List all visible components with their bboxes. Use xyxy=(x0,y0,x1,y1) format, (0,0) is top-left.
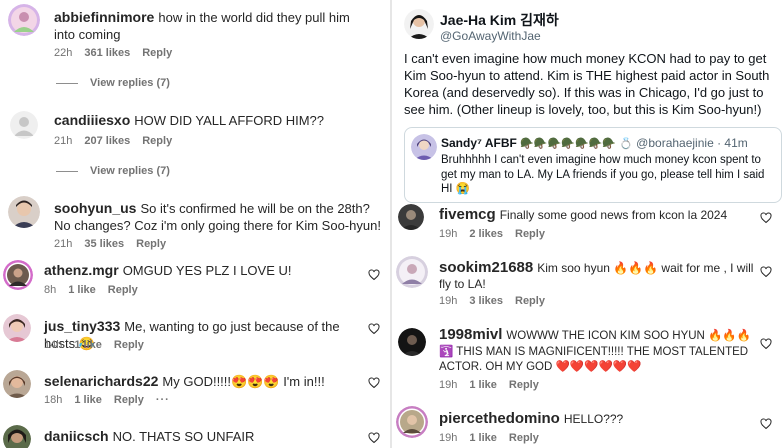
reply-button[interactable]: Reply xyxy=(515,228,545,240)
comment-username[interactable]: piercethedomino xyxy=(439,410,560,427)
instagram-comments-panel-left: abbiefinnimore how in the world did they … xyxy=(0,0,392,448)
comment-item: athenz.mgr OMGUD YES PLZ I LOVE U! 8h 1 l… xyxy=(0,255,390,300)
comment-time: 18h xyxy=(44,394,63,406)
tweet-author-avatar[interactable] xyxy=(404,9,434,39)
comment-text: OMGUD YES PLZ I LOVE U! xyxy=(122,263,292,278)
avatar[interactable] xyxy=(398,328,426,356)
comment-item: abbiefinnimore how in the world did they … xyxy=(0,0,390,95)
quoted-tweet[interactable]: Sandy⁷ AFBF 🪖🪖🪖🪖🪖🪖🪖 💍 @borahaejinie · 41… xyxy=(404,127,782,203)
like-heart-icon[interactable] xyxy=(368,432,380,444)
avatar[interactable] xyxy=(3,314,31,342)
comment-username[interactable]: jus_tiny333 xyxy=(44,318,120,334)
comment-text: My GOD!!!!!😍😍😍 I'm in!!! xyxy=(162,374,325,389)
comment-likes[interactable]: 1 like xyxy=(469,379,497,391)
like-heart-icon[interactable] xyxy=(368,269,380,281)
comment-item: candiiiesxo HOW DID YALL AFFORD HIM?? 21h… xyxy=(0,95,390,190)
avatar[interactable] xyxy=(396,406,428,438)
avatar[interactable] xyxy=(10,111,38,139)
comment-username[interactable]: sookim21688 xyxy=(439,259,533,276)
avatar[interactable] xyxy=(396,256,428,288)
tweet-display-name: Jae-Ha Kim 김재하 xyxy=(440,12,559,28)
like-heart-icon[interactable] xyxy=(760,212,772,224)
quoted-time: · 41m xyxy=(717,136,748,150)
comment-likes[interactable]: 1 like xyxy=(469,432,497,444)
comment-time: 8h xyxy=(44,284,57,296)
comment-username[interactable]: abbiefinnimore xyxy=(54,9,154,25)
comment-likes[interactable]: 1 like xyxy=(74,394,102,406)
reply-button[interactable]: Reply xyxy=(515,295,545,307)
comment-item: fivemcg Finally some good news from kcon … xyxy=(394,200,782,248)
embedded-tweet[interactable]: Jae-Ha Kim 김재하 @GoAwayWithJae I can't ev… xyxy=(394,0,782,206)
comment-text: HELLO??? xyxy=(563,412,624,426)
reply-button[interactable]: Reply xyxy=(114,339,144,351)
avatar[interactable] xyxy=(8,4,40,36)
comment-item: soohyun_us So it's confirmed he will be o… xyxy=(0,190,390,254)
quoted-handle[interactable]: @borahaejinie xyxy=(636,136,714,150)
comment-item: sookim21688 Kim soo hyun 🔥🔥🔥 wait for me … xyxy=(394,252,782,318)
comment-time: 21h xyxy=(54,135,73,147)
avatar[interactable] xyxy=(3,260,33,290)
more-options-icon[interactable]: ··· xyxy=(156,394,170,406)
reply-button[interactable]: Reply xyxy=(108,284,138,296)
comment-time: 19h xyxy=(439,228,458,240)
tweet-handle[interactable]: @GoAwayWithJae xyxy=(440,29,541,43)
comments-panel-right: Jae-Ha Kim 김재하 @GoAwayWithJae I can't ev… xyxy=(394,0,782,448)
reply-button[interactable]: Reply xyxy=(509,432,539,444)
quoted-text: Bruhhhhh I can't even imagine how much m… xyxy=(441,154,765,195)
comment-likes[interactable]: 2 likes xyxy=(469,228,503,240)
like-heart-icon[interactable] xyxy=(368,323,380,335)
comment-text: Finally some good news from kcon la 2024 xyxy=(499,208,728,222)
quoted-name-emojis: 🪖🪖🪖🪖🪖🪖🪖 💍 xyxy=(520,138,633,150)
comment-username[interactable]: athenz.mgr xyxy=(44,262,119,278)
comment-time: 19h xyxy=(439,295,458,307)
comment-username[interactable]: 1998mivl xyxy=(439,326,502,343)
comment-username[interactable]: candiiiesxo xyxy=(54,112,130,128)
comment-likes[interactable]: 35 likes xyxy=(84,238,124,250)
divider-line xyxy=(56,82,78,84)
comment-item: jus_tiny333 Me, wanting to go just becaus… xyxy=(0,310,390,355)
comment-username[interactable]: soohyun_us xyxy=(54,200,136,216)
comment-item: 1998mivl WOWWW THE ICON KIM SOO HYUN 🔥🔥🔥🛐… xyxy=(394,322,782,400)
comment-likes[interactable]: 1 like xyxy=(74,339,102,351)
comment-item: daniicsch NO. THATS SO UNFAIR xyxy=(0,420,390,448)
comment-text: NO. THATS SO UNFAIR xyxy=(112,429,255,444)
like-heart-icon[interactable] xyxy=(760,338,772,350)
view-replies-label: View replies (7) xyxy=(90,77,170,89)
comment-item: selenarichards22 My GOD!!!!!😍😍😍 I'm in!!!… xyxy=(0,366,390,411)
comment-username[interactable]: daniicsch xyxy=(44,428,109,444)
reply-button[interactable]: Reply xyxy=(136,238,166,250)
comment-username[interactable]: fivemcg xyxy=(439,206,496,223)
tweet-text: I can't even imagine how much money KCON… xyxy=(404,51,770,117)
avatar[interactable] xyxy=(3,425,31,448)
view-replies-label: View replies (7) xyxy=(90,165,170,177)
comment-likes[interactable]: 3 likes xyxy=(469,295,503,307)
comment-item: piercethedomino HELLO??? 19h 1 like Reply xyxy=(394,404,782,448)
comment-time: 21h xyxy=(54,238,73,250)
quoted-author-avatar[interactable] xyxy=(411,134,437,160)
comment-time: 14h xyxy=(44,339,63,351)
view-replies-button[interactable]: View replies (7) xyxy=(56,77,170,89)
like-heart-icon[interactable] xyxy=(760,418,772,430)
comment-likes[interactable]: 1 like xyxy=(68,284,96,296)
comment-username[interactable]: selenarichards22 xyxy=(44,373,158,389)
comment-time: 19h xyxy=(439,379,458,391)
divider-line xyxy=(56,170,78,172)
comment-likes[interactable]: 207 likes xyxy=(84,135,130,147)
quoted-display-name[interactable]: Sandy⁷ AFBF xyxy=(441,136,517,150)
avatar[interactable] xyxy=(3,370,31,398)
comment-text: HOW DID YALL AFFORD HIM?? xyxy=(134,113,325,128)
avatar[interactable] xyxy=(398,204,424,230)
reply-button[interactable]: Reply xyxy=(142,47,172,59)
like-heart-icon[interactable] xyxy=(368,377,380,389)
reply-button[interactable]: Reply xyxy=(509,379,539,391)
comment-time: 22h xyxy=(54,47,73,59)
comment-likes[interactable]: 361 likes xyxy=(84,47,130,59)
quoted-header: Sandy⁷ AFBF 🪖🪖🪖🪖🪖🪖🪖 💍 @borahaejinie · 41… xyxy=(441,136,748,150)
avatar[interactable] xyxy=(8,196,40,228)
comment-time: 19h xyxy=(439,432,458,444)
reply-button[interactable]: Reply xyxy=(114,394,144,406)
reply-button[interactable]: Reply xyxy=(142,135,172,147)
view-replies-button[interactable]: View replies (7) xyxy=(56,165,170,177)
like-heart-icon[interactable] xyxy=(760,266,772,278)
